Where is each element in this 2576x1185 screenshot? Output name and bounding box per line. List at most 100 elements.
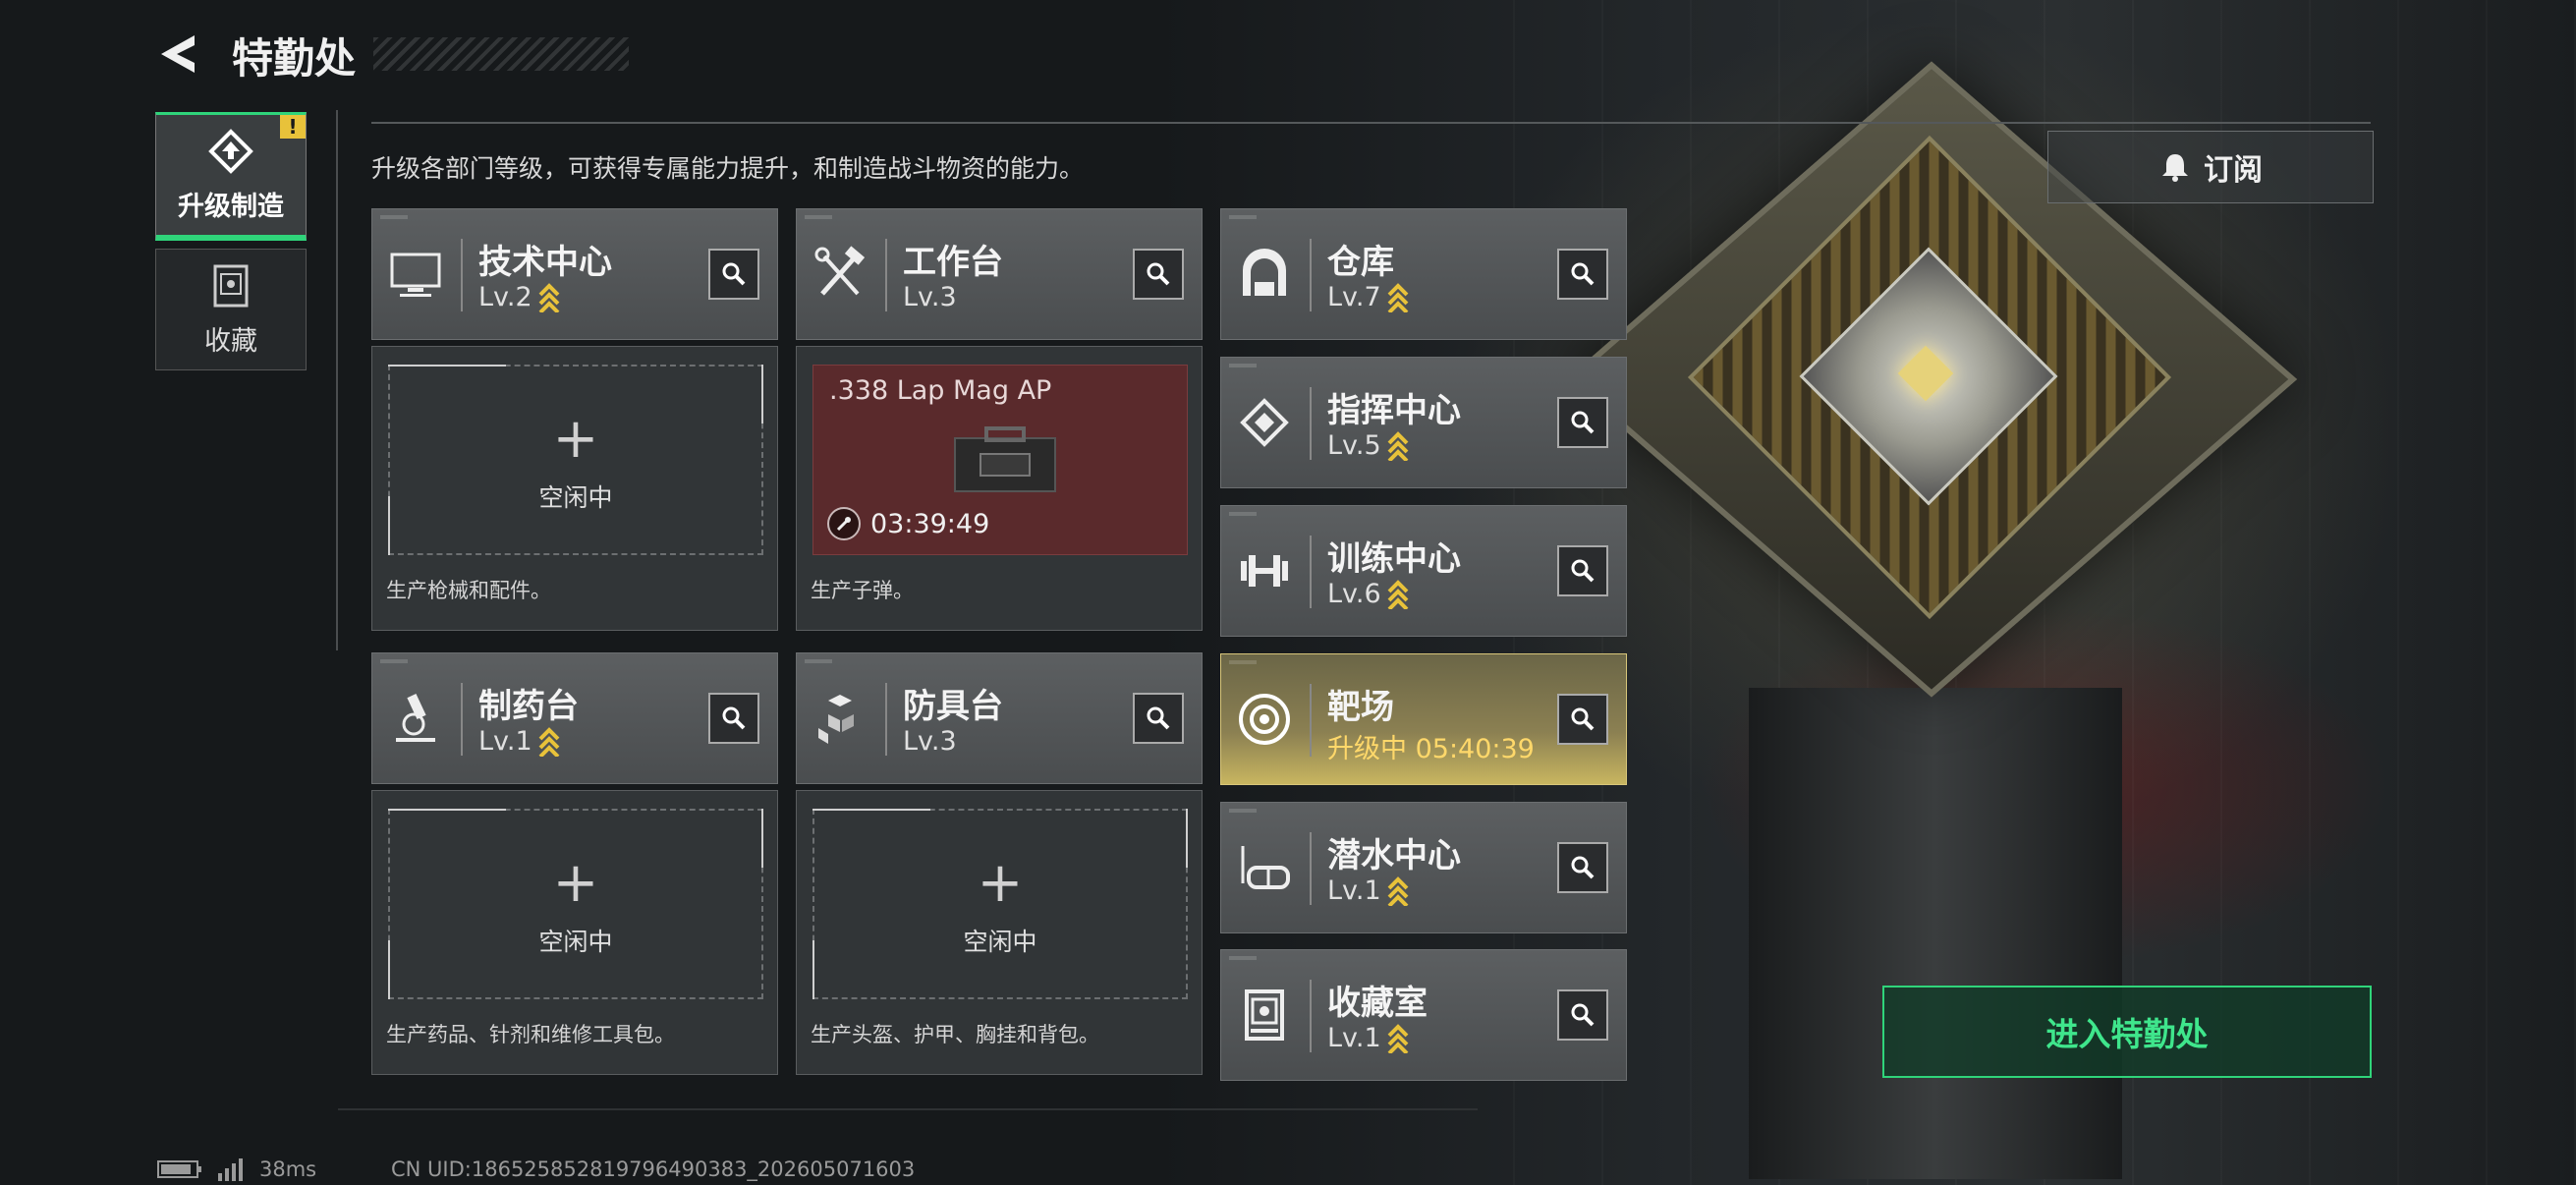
status-bar: 38ms bbox=[157, 1157, 316, 1181]
dept-card-pharmacy[interactable]: 制药台 Lv.1 bbox=[371, 652, 778, 784]
production-slot-empty[interactable]: + 空闲中 bbox=[812, 809, 1188, 999]
dept-level: Lv.7 bbox=[1327, 282, 1409, 312]
dept-card-armor[interactable]: 防具台 Lv.3 bbox=[796, 652, 1203, 784]
dept-level: Lv.2 bbox=[478, 282, 560, 312]
dept-card-training-center[interactable]: 训练中心 Lv.6 bbox=[1220, 505, 1627, 637]
hammer-wrench-icon bbox=[814, 246, 866, 296]
search-icon bbox=[1571, 411, 1595, 434]
dept-upgrade-status: 升级中 05:40:39 bbox=[1327, 734, 1535, 764]
slot-status: 空闲中 bbox=[538, 483, 613, 512]
dept-card-tech-center[interactable]: 技术中心 Lv.2 bbox=[371, 208, 778, 340]
slot-status: 空闲中 bbox=[963, 928, 1037, 956]
dept-level: Lv.3 bbox=[903, 282, 957, 312]
production-panel-pharmacy: + 空闲中 生产药品、针剂和维修工具包。 bbox=[371, 790, 778, 1075]
dept-level: Lv.1 bbox=[1327, 875, 1409, 906]
plus-icon: + bbox=[552, 407, 599, 471]
dept-level: Lv.1 bbox=[1327, 1023, 1409, 1053]
dept-card-command-center[interactable]: 指挥中心 Lv.5 bbox=[1220, 357, 1627, 488]
dept-name: 工作台 bbox=[903, 243, 1003, 282]
chip-icon bbox=[1240, 398, 1289, 447]
search-icon bbox=[1571, 707, 1595, 731]
collection-icon bbox=[213, 264, 249, 307]
subscribe-label: 订阅 bbox=[2204, 153, 2263, 188]
upgrade-chevrons-icon bbox=[538, 726, 560, 757]
search-icon bbox=[1147, 706, 1170, 730]
production-slot-active[interactable]: .338 Lap Mag AP 03:39:49 bbox=[812, 365, 1188, 555]
production-description: 生产枪械和配件。 bbox=[386, 579, 551, 602]
battery-icon bbox=[157, 1160, 201, 1178]
monitor-icon bbox=[390, 253, 441, 297]
page-description: 升级各部门等级，可获得专属能力提升，和制造战斗物资的能力。 bbox=[371, 154, 1085, 183]
diving-mask-icon bbox=[1241, 846, 1290, 889]
production-slot-empty[interactable]: + 空闲中 bbox=[388, 809, 763, 999]
ammo-box-image bbox=[954, 426, 1056, 492]
dept-name: 训练中心 bbox=[1327, 539, 1461, 579]
search-icon bbox=[722, 262, 746, 286]
upgrade-chevrons-icon bbox=[1387, 579, 1409, 609]
dept-card-workbench[interactable]: 工作台 Lv.3 bbox=[796, 208, 1203, 340]
slot-status: 空闲中 bbox=[538, 928, 613, 956]
search-button[interactable] bbox=[1557, 694, 1608, 745]
signal-icon bbox=[218, 1158, 243, 1181]
upgrade-chevrons-icon bbox=[1387, 875, 1409, 906]
production-panel-armor: + 空闲中 生产头盔、护甲、胸挂和背包。 bbox=[796, 790, 1203, 1075]
divider bbox=[338, 1108, 1478, 1110]
search-icon bbox=[1147, 262, 1170, 286]
dept-card-collection-room[interactable]: 收藏室 Lv.1 bbox=[1220, 949, 1627, 1081]
search-icon bbox=[722, 706, 746, 730]
upgrade-chevrons-icon bbox=[1387, 1023, 1409, 1053]
dept-name: 靶场 bbox=[1327, 688, 1394, 727]
search-button[interactable] bbox=[1557, 545, 1608, 596]
production-slot-empty[interactable]: + 空闲中 bbox=[388, 365, 763, 555]
plus-icon: + bbox=[552, 851, 599, 915]
search-icon bbox=[1571, 856, 1595, 879]
production-item-name: .338 Lap Mag AP bbox=[829, 375, 1052, 406]
tab-upgrade-manufacture[interactable]: 升级制造 ! bbox=[155, 112, 307, 241]
background-pillar bbox=[1749, 688, 2122, 1179]
upgrade-chevrons-icon bbox=[1387, 282, 1409, 312]
dept-card-diving-center[interactable]: 潜水中心 Lv.1 bbox=[1220, 802, 1627, 933]
search-button[interactable] bbox=[708, 249, 759, 300]
player-uid: CN UID:18652585281979649038​3_2026050716… bbox=[391, 1157, 916, 1181]
plus-icon: + bbox=[977, 851, 1024, 915]
divider bbox=[336, 110, 338, 650]
dept-name: 仓库 bbox=[1327, 243, 1394, 282]
dumbbell-icon bbox=[1241, 555, 1288, 587]
tab-label: 升级制造 bbox=[178, 191, 284, 222]
dept-name: 收藏室 bbox=[1327, 984, 1428, 1023]
enter-button-label: 进入特勤处 bbox=[2045, 1015, 2209, 1053]
page-title: 特勤处 bbox=[232, 34, 357, 83]
search-icon bbox=[1571, 262, 1595, 286]
search-button[interactable] bbox=[1557, 397, 1608, 448]
tab-label: 收藏 bbox=[204, 325, 257, 357]
subscribe-button[interactable]: 订阅 bbox=[2047, 131, 2374, 203]
enter-special-ops-button[interactable]: 进入特勤处 bbox=[1882, 986, 2372, 1078]
title-decoration bbox=[373, 37, 629, 71]
production-panel-workbench: .338 Lap Mag AP 03:39:49 生产子弹。 bbox=[796, 346, 1203, 631]
back-button[interactable] bbox=[155, 29, 204, 79]
dept-card-shooting-range[interactable]: 靶场 升级中 05:40:39 bbox=[1220, 653, 1627, 785]
search-button[interactable] bbox=[1133, 693, 1184, 744]
search-button[interactable] bbox=[1557, 842, 1608, 893]
search-icon bbox=[1571, 1003, 1595, 1027]
collection-icon bbox=[1245, 989, 1284, 1041]
dept-card-warehouse[interactable]: 仓库 Lv.7 bbox=[1220, 208, 1627, 340]
dept-level: Lv.6 bbox=[1327, 579, 1409, 609]
search-button[interactable] bbox=[1557, 249, 1608, 300]
search-button[interactable] bbox=[1133, 249, 1184, 300]
timer-icon bbox=[827, 507, 861, 540]
production-description: 生产子弹。 bbox=[811, 579, 914, 602]
back-arrow-icon bbox=[161, 35, 195, 73]
dept-name: 制药台 bbox=[478, 687, 579, 726]
dept-level: Lv.3 bbox=[903, 726, 957, 757]
microscope-icon bbox=[396, 694, 435, 742]
target-icon bbox=[1239, 694, 1290, 745]
search-button[interactable] bbox=[708, 693, 759, 744]
tab-collection[interactable]: 收藏 bbox=[155, 249, 307, 370]
search-icon bbox=[1571, 559, 1595, 583]
upgrade-chevrons-icon bbox=[1387, 430, 1409, 461]
divider bbox=[371, 122, 2371, 124]
cubes-icon bbox=[818, 695, 854, 744]
search-button[interactable] bbox=[1557, 989, 1608, 1041]
dept-name: 防具台 bbox=[903, 687, 1003, 726]
